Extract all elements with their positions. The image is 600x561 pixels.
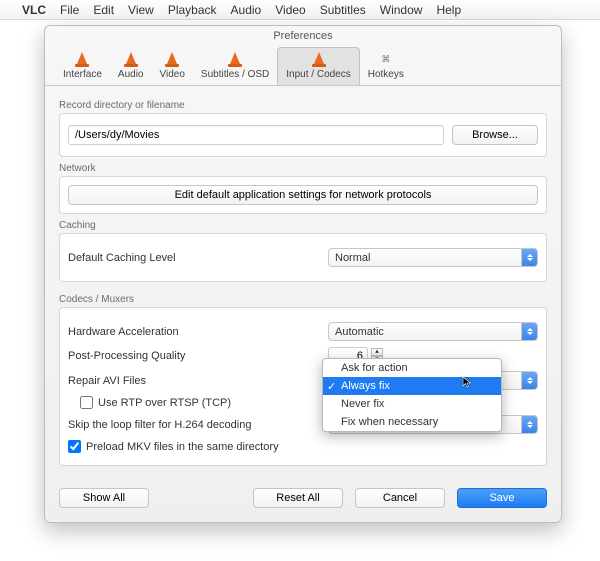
footer: Show All Reset All Cancel Save — [45, 478, 561, 522]
repairavi-option-when-necessary[interactable]: Fix when necessary — [323, 413, 501, 431]
codecs-panel: Hardware Acceleration Automatic Post-Pro… — [59, 307, 547, 466]
chevron-updown-icon — [521, 323, 537, 340]
section-record-label: Record directory or filename — [59, 100, 547, 111]
chevron-updown-icon — [521, 249, 537, 266]
reset-all-button[interactable]: Reset All — [253, 488, 343, 508]
menubar: VLC File Edit View Playback Audio Video … — [0, 0, 600, 20]
chevron-updown-icon — [521, 372, 537, 389]
repairavi-dropdown[interactable]: Ask for action Always fix Never fix Fix … — [322, 358, 502, 432]
network-panel: Edit default application settings for ne… — [59, 176, 547, 214]
preferences-toolbar: Interface Audio Video Subtitles / OSD In… — [45, 44, 561, 86]
chevron-updown-icon — [521, 416, 537, 433]
menu-help[interactable]: Help — [436, 3, 461, 17]
menu-video[interactable]: Video — [275, 3, 305, 17]
preloadmkv-checkbox-row[interactable]: Preload MKV files in the same directory — [68, 440, 538, 453]
repairavi-option-ask[interactable]: Ask for action — [323, 359, 501, 377]
skiploop-label: Skip the loop filter for H.264 decoding — [68, 419, 328, 431]
preloadmkv-label: Preload MKV files in the same directory — [86, 441, 279, 453]
record-panel: Browse... — [59, 113, 547, 157]
record-path-input[interactable] — [68, 125, 444, 145]
menu-view[interactable]: View — [128, 3, 154, 17]
hwaccel-label: Hardware Acceleration — [68, 326, 328, 338]
menubar-app[interactable]: VLC — [22, 3, 46, 17]
show-all-button[interactable]: Show All — [59, 488, 149, 508]
menu-window[interactable]: Window — [380, 3, 423, 17]
tab-subtitles-osd[interactable]: Subtitles / OSD — [193, 48, 277, 85]
tab-video[interactable]: Video — [152, 48, 193, 85]
tab-interface[interactable]: Interface — [55, 48, 110, 85]
caching-level-label: Default Caching Level — [68, 252, 328, 264]
repairavi-label: Repair AVI Files — [68, 375, 328, 387]
caching-level-select[interactable]: Normal — [328, 248, 538, 267]
postproc-label: Post-Processing Quality — [68, 350, 328, 362]
cone-icon — [164, 51, 180, 67]
browse-button[interactable]: Browse... — [452, 125, 538, 145]
menu-file[interactable]: File — [60, 3, 79, 17]
menu-playback[interactable]: Playback — [168, 3, 217, 17]
section-codecs-label: Codecs / Muxers — [59, 294, 547, 305]
caching-panel: Default Caching Level Normal — [59, 233, 547, 282]
preloadmkv-checkbox[interactable] — [68, 440, 81, 453]
tab-input-codecs[interactable]: Input / Codecs — [277, 47, 359, 85]
network-protocols-button[interactable]: Edit default application settings for ne… — [68, 185, 538, 205]
tab-hotkeys[interactable]: ⌘Hotkeys — [360, 48, 412, 85]
cancel-button[interactable]: Cancel — [355, 488, 445, 508]
menu-audio[interactable]: Audio — [231, 3, 262, 17]
hwaccel-select[interactable]: Automatic — [328, 322, 538, 341]
cone-icon — [311, 51, 327, 67]
menu-edit[interactable]: Edit — [93, 3, 114, 17]
menu-subtitles[interactable]: Subtitles — [320, 3, 366, 17]
stepper-up-icon[interactable]: ▴ — [371, 348, 383, 356]
repairavi-option-always[interactable]: Always fix — [323, 377, 501, 395]
window-title: Preferences — [45, 26, 561, 44]
rtp-label: Use RTP over RTSP (TCP) — [98, 397, 231, 409]
section-caching-label: Caching — [59, 220, 547, 231]
hotkeys-icon: ⌘ — [378, 51, 394, 67]
tab-audio[interactable]: Audio — [110, 48, 152, 85]
cone-icon — [227, 51, 243, 67]
cone-icon — [74, 51, 90, 67]
preferences-body: Record directory or filename Browse... N… — [45, 86, 561, 478]
rtp-checkbox[interactable] — [80, 396, 93, 409]
repairavi-option-never[interactable]: Never fix — [323, 395, 501, 413]
cone-icon — [123, 51, 139, 67]
preferences-window: Preferences Interface Audio Video Subtit… — [44, 25, 562, 523]
save-button[interactable]: Save — [457, 488, 547, 508]
section-network-label: Network — [59, 163, 547, 174]
